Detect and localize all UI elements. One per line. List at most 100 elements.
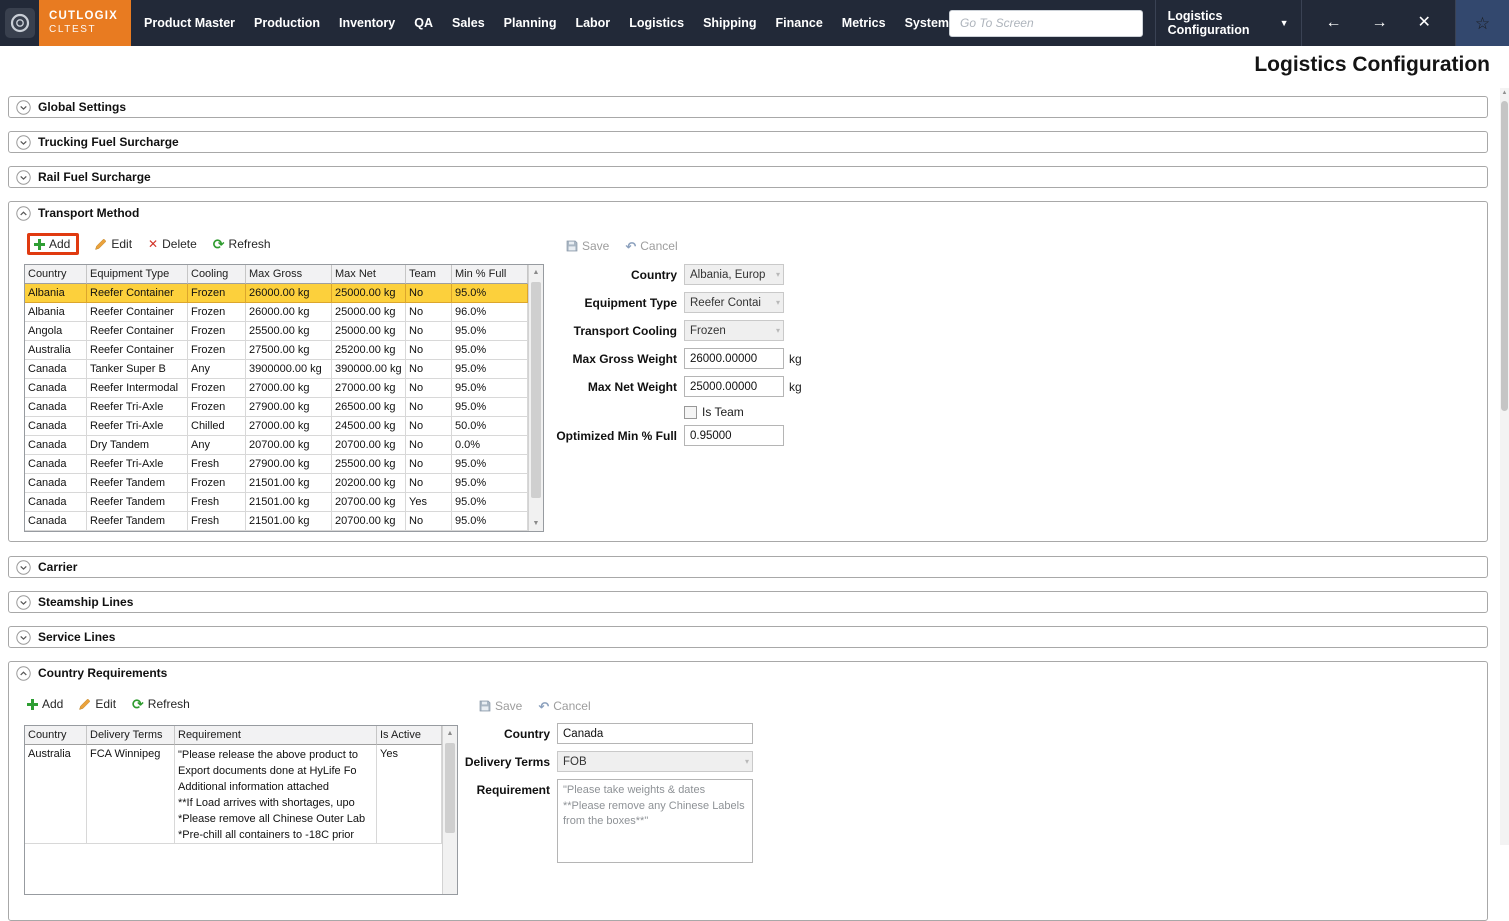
screen-selector-dropdown[interactable]: Logistics Configuration ▼ [1155,0,1302,46]
cancel-label: Cancel [640,239,677,253]
scroll-thumb[interactable] [1501,101,1508,411]
chevron-up-circle-icon[interactable] [16,666,31,681]
add-button[interactable]: Add [27,697,63,711]
save-label: Save [582,239,609,253]
edit-button[interactable]: Edit [95,237,132,251]
menu-item[interactable]: Finance [776,16,823,30]
table-row[interactable]: Canada Reefer Tandem Fresh 21501.00 kg 2… [25,512,543,531]
menu-item[interactable]: Planning [504,16,557,30]
page-scrollbar[interactable]: ▲ [1500,88,1509,845]
table-row[interactable]: Canada Reefer Tandem Frozen 21501.00 kg … [25,474,543,493]
column-header-requirement[interactable]: Requirement [175,726,377,745]
cell-equipment-type: Reefer Container [87,322,188,341]
chevron-down-circle-icon[interactable] [16,560,31,575]
save-button[interactable]: Save [479,699,522,713]
close-icon[interactable]: ✕ [1418,15,1431,31]
add-button[interactable]: Add [27,233,79,255]
column-header-cooling[interactable]: Cooling [188,265,246,284]
delivery-terms-dropdown[interactable]: FOB ▾ [557,751,753,772]
menu-item[interactable]: Metrics [842,16,886,30]
scroll-down-icon[interactable]: ▼ [529,516,543,531]
menu-item[interactable]: Sales [452,16,485,30]
pencil-icon [79,698,91,710]
country-dropdown[interactable]: Albania, Europ ▾ [684,264,784,285]
column-header-is-active[interactable]: Is Active [377,726,442,745]
is-team-checkbox[interactable] [684,406,697,419]
menu-item[interactable]: Labor [575,16,610,30]
chevron-down-circle-icon[interactable] [16,170,31,185]
menu-item[interactable]: Product Master [144,16,235,30]
cell-max-gross: 3900000.00 kg [246,360,332,379]
cell-max-net: 25000.00 kg [332,284,406,303]
menu-item[interactable]: Logistics [629,16,684,30]
cell-equipment-type: Reefer Tandem [87,474,188,493]
chevron-down-circle-icon[interactable] [16,595,31,610]
go-to-screen-input[interactable] [949,10,1143,37]
cancel-button[interactable]: ↶ Cancel [538,699,590,713]
scroll-up-icon[interactable]: ▲ [1500,90,1509,96]
edit-button[interactable]: Edit [79,697,116,711]
cell-team: Yes [406,493,452,512]
section-label: Global Settings [38,100,126,114]
optimized-min-pct-full-input[interactable] [684,425,784,446]
cancel-button[interactable]: ↶ Cancel [625,239,677,253]
column-header-max-net[interactable]: Max Net [332,265,406,284]
cell-max-net: 20200.00 kg [332,474,406,493]
forward-arrow-icon[interactable]: → [1372,15,1388,31]
cell-max-net: 390000.00 kg [332,360,406,379]
logo-circle-icon [10,13,30,33]
cell-cooling: Frozen [188,379,246,398]
delete-button[interactable]: ✕ Delete [148,237,197,251]
table-row[interactable]: Australia FCA Winnipeg "Please release t… [25,745,457,844]
cell-cooling: Frozen [188,341,246,360]
refresh-button[interactable]: ⟳ Refresh [132,697,190,711]
chevron-down-circle-icon[interactable] [16,630,31,645]
column-header-delivery-terms[interactable]: Delivery Terms [87,726,175,745]
column-header-max-gross[interactable]: Max Gross [246,265,332,284]
cell-country: Canada [25,360,87,379]
section-trucking-fuel-surcharge[interactable]: Trucking Fuel Surcharge [8,131,1488,153]
save-button[interactable]: Save [566,239,609,253]
transport-cooling-dropdown[interactable]: Frozen ▾ [684,320,784,341]
transport-method-header[interactable]: Transport Method [9,202,1487,224]
country-grid-header-row: Country Delivery Terms Requirement Is Ac… [25,726,457,745]
equipment-type-dropdown[interactable]: Reefer Contai ▾ [684,292,784,313]
menu-item[interactable]: QA [414,16,433,30]
section-rail-fuel-surcharge[interactable]: Rail Fuel Surcharge [8,166,1488,188]
back-arrow-icon[interactable]: ← [1326,15,1342,31]
menu-item[interactable]: Shipping [703,16,756,30]
section-steamship-lines[interactable]: Steamship Lines [8,591,1488,613]
chevron-down-circle-icon[interactable] [16,100,31,115]
cell-country: Albania [25,284,87,303]
column-header-country[interactable]: Country [25,265,87,284]
refresh-button[interactable]: ⟳ Refresh [213,237,271,251]
section-service-lines[interactable]: Service Lines [8,626,1488,648]
country-input[interactable] [557,723,753,744]
column-header-country[interactable]: Country [25,726,87,745]
cell-equipment-type: Reefer Intermodal [87,379,188,398]
chevron-down-circle-icon[interactable] [16,135,31,150]
requirement-textarea[interactable]: "Please take weights & dates **Please re… [557,779,753,863]
cell-team: No [406,474,452,493]
menu-item[interactable]: Production [254,16,320,30]
max-net-weight-input[interactable] [684,376,784,397]
country-requirements-header[interactable]: Country Requirements [9,662,1487,684]
favorite-button[interactable]: ☆ [1455,0,1509,46]
table-row[interactable]: Canada Reefer Tri-Axle Fresh 27900.00 kg… [25,455,543,474]
table-row[interactable]: Canada Reefer Tandem Fresh 21501.00 kg 2… [25,493,543,512]
column-header-team[interactable]: Team [406,265,452,284]
cell-is-active: Yes [377,745,442,844]
cell-team: No [406,303,452,322]
cell-team: No [406,417,452,436]
cell-max-net: 20700.00 kg [332,512,406,531]
brand-block: CUTLOGIX CLTEST [39,0,131,46]
section-carrier[interactable]: Carrier [8,556,1488,578]
column-header-equipment-type[interactable]: Equipment Type [87,265,188,284]
cell-max-gross: 27000.00 kg [246,379,332,398]
cell-equipment-type: Reefer Tandem [87,493,188,512]
chevron-up-circle-icon[interactable] [16,206,31,221]
menu-item[interactable]: System [905,16,949,30]
menu-item[interactable]: Inventory [339,16,395,30]
section-global-settings[interactable]: Global Settings [8,96,1488,118]
max-gross-weight-input[interactable] [684,348,784,369]
